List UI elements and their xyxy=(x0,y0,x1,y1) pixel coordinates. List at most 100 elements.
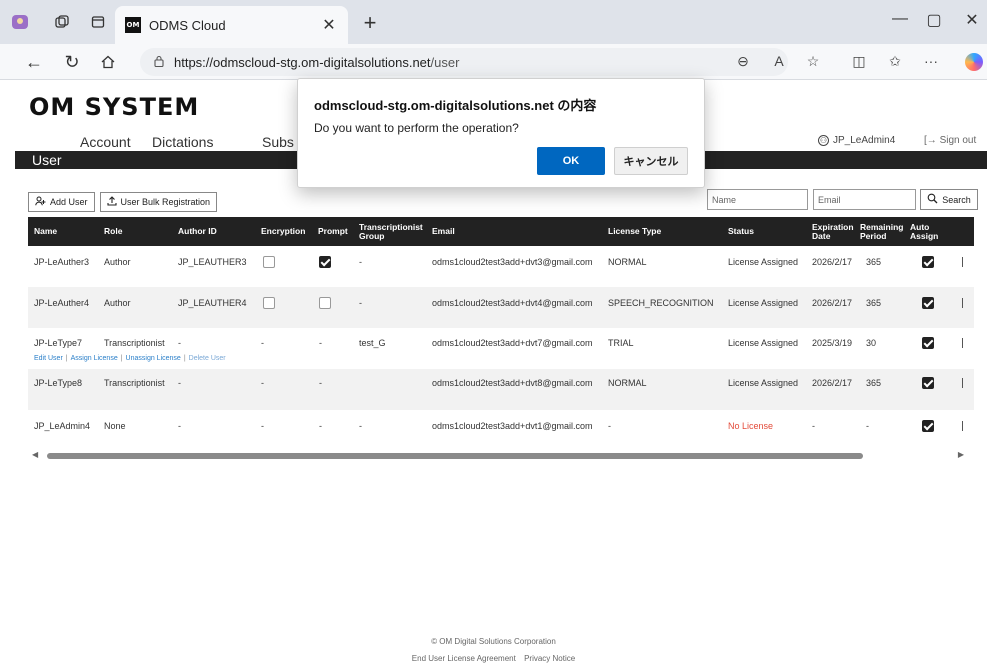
cell-encryption: - xyxy=(261,421,264,431)
favorite-star-icon[interactable]: ☆ xyxy=(802,53,824,70)
horizontal-scrollbar[interactable]: ◀ ▶ xyxy=(28,450,974,462)
cell-name: JP-LeAuther3 xyxy=(34,257,90,267)
table-row[interactable]: JP-LeType7 Transcriptionist - - - test_G… xyxy=(28,328,974,369)
profile-icon[interactable] xyxy=(10,12,30,32)
nav-tab-account[interactable]: Account xyxy=(80,134,131,150)
cell-author-id: - xyxy=(178,378,181,388)
separator: | xyxy=(65,355,68,362)
reload-icon[interactable]: ↻ xyxy=(60,51,84,73)
col-prompt[interactable]: Prompt xyxy=(318,217,348,246)
table-row[interactable]: JP_LeAdmin4 None - - - - odms1cloud2test… xyxy=(28,410,974,449)
scroll-right-icon[interactable]: ▶ xyxy=(958,450,964,459)
auto-assign-checkbox[interactable] xyxy=(922,297,934,309)
eula-link[interactable]: End User License Agreement xyxy=(412,654,516,663)
sign-out-link[interactable]: [→ Sign out xyxy=(924,135,976,146)
maximize-icon[interactable]: ▢ xyxy=(919,10,949,30)
prompt-checkbox[interactable] xyxy=(319,256,331,268)
cell-expiration: - xyxy=(812,421,815,431)
sign-out-label: Sign out xyxy=(939,135,977,146)
copilot-icon[interactable] xyxy=(965,53,983,71)
browser-tab-bar: OM ODMS Cloud ✕ + — ▢ ✕ xyxy=(0,0,987,44)
zoom-icon[interactable]: ⊖ xyxy=(732,53,754,70)
url-path: /user xyxy=(430,54,460,70)
delete-user-link[interactable]: Delete User xyxy=(189,355,226,362)
auto-assign-checkbox[interactable] xyxy=(922,377,934,389)
user-menu[interactable]: ⚇ JP_LeAdmin4 xyxy=(818,135,895,146)
back-icon[interactable]: ← xyxy=(22,51,46,73)
cell-status: License Assigned xyxy=(728,378,799,388)
column-divider xyxy=(962,421,963,431)
email-search-input[interactable]: Email xyxy=(813,189,916,210)
tab-odms-cloud[interactable]: OM ODMS Cloud ✕ xyxy=(115,6,348,44)
encryption-checkbox[interactable] xyxy=(263,256,275,268)
cell-author-id: JP_LEAUTHER3 xyxy=(178,257,247,267)
encryption-checkbox[interactable] xyxy=(263,297,275,309)
om-system-logo: OM SYSTEM xyxy=(29,93,200,121)
odms-favicon-icon: OM xyxy=(125,17,141,33)
auto-assign-checkbox[interactable] xyxy=(922,337,934,349)
col-name[interactable]: Name xyxy=(34,217,57,246)
search-button[interactable]: Search xyxy=(920,189,978,210)
favorites-icon[interactable]: ✩ xyxy=(884,53,906,70)
cell-expiration: 2026/2/17 xyxy=(812,298,853,308)
cell-email: odms1cloud2test3add+dvt1@gmail.com xyxy=(432,421,593,431)
col-auto-assign[interactable]: Auto Assign xyxy=(910,217,944,246)
split-screen-icon[interactable]: ◫ xyxy=(848,53,870,70)
col-expiration-date[interactable]: Expiration Date xyxy=(812,217,854,246)
cell-license-type: NORMAL xyxy=(608,378,647,388)
unassign-license-link[interactable]: Unassign License xyxy=(126,355,181,362)
nav-tab-subscription[interactable]: Subs xyxy=(262,134,294,150)
cell-group: - xyxy=(359,421,362,431)
table-row[interactable]: JP-LeType8 Transcriptionist - - - odms1c… xyxy=(28,369,974,410)
workspaces-icon[interactable] xyxy=(52,12,72,32)
add-user-label: Add User xyxy=(50,197,88,207)
privacy-link[interactable]: Privacy Notice xyxy=(524,654,575,663)
read-aloud-icon[interactable]: A xyxy=(768,53,790,69)
cell-expiration: 2025/3/19 xyxy=(812,338,853,348)
prompt-checkbox[interactable] xyxy=(319,297,331,309)
cancel-button[interactable]: キャンセル xyxy=(614,147,688,175)
cell-expiration: 2026/2/17 xyxy=(812,378,853,388)
scrollbar-thumb[interactable] xyxy=(47,453,863,459)
lock-icon xyxy=(154,55,164,70)
cell-status: License Assigned xyxy=(728,257,799,267)
add-user-button[interactable]: Add User xyxy=(28,192,95,212)
col-license-type[interactable]: License Type xyxy=(608,217,661,246)
col-encryption[interactable]: Encryption xyxy=(261,217,305,246)
assign-license-link[interactable]: Assign License xyxy=(71,355,118,362)
cell-prompt: - xyxy=(319,338,322,348)
name-search-input[interactable]: Name xyxy=(707,189,808,210)
more-menu-icon[interactable]: ··· xyxy=(920,53,942,69)
nav-tab-dictations[interactable]: Dictations xyxy=(152,134,213,150)
cell-email: odms1cloud2test3add+dvt4@gmail.com xyxy=(432,298,593,308)
col-email[interactable]: Email xyxy=(432,217,455,246)
col-role[interactable]: Role xyxy=(104,217,122,246)
col-author-id[interactable]: Author ID xyxy=(178,217,217,246)
url-input[interactable]: https://odmscloud-stg.om-digitalsolution… xyxy=(140,48,788,76)
bulk-registration-label: User Bulk Registration xyxy=(120,197,211,207)
close-tab-icon[interactable]: ✕ xyxy=(320,15,338,35)
auto-assign-checkbox[interactable] xyxy=(922,256,934,268)
tab-title: ODMS Cloud xyxy=(149,17,226,33)
scroll-left-icon[interactable]: ◀ xyxy=(32,450,38,459)
new-tab-icon[interactable]: + xyxy=(358,10,382,36)
add-user-icon xyxy=(35,196,46,209)
table-row[interactable]: JP-LeAuther3 Author JP_LEAUTHER3 - odms1… xyxy=(28,246,974,287)
table-row[interactable]: JP-LeAuther4 Author JP_LEAUTHER4 - odms1… xyxy=(28,287,974,328)
minimize-icon[interactable]: — xyxy=(885,10,915,28)
edit-user-link[interactable]: Edit User xyxy=(34,355,63,362)
cell-license-type: NORMAL xyxy=(608,257,647,267)
ok-button[interactable]: OK xyxy=(537,147,605,175)
home-icon[interactable] xyxy=(96,51,120,73)
col-transcriptionist-group[interactable]: Transcriptionist Group xyxy=(359,217,425,246)
col-remaining-period[interactable]: Remaining Period xyxy=(860,217,906,246)
cell-remaining: 365 xyxy=(866,257,882,267)
dialog-title: odmscloud-stg.om-digitalsolutions.net の内… xyxy=(314,98,597,113)
close-window-icon[interactable]: ✕ xyxy=(957,10,987,30)
tab-actions-icon[interactable] xyxy=(88,12,108,32)
col-status[interactable]: Status xyxy=(728,217,754,246)
cell-name: JP-LeType8 xyxy=(34,378,83,388)
search-icon xyxy=(927,193,938,206)
auto-assign-checkbox[interactable] xyxy=(922,420,934,432)
bulk-registration-button[interactable]: User Bulk Registration xyxy=(99,192,218,212)
